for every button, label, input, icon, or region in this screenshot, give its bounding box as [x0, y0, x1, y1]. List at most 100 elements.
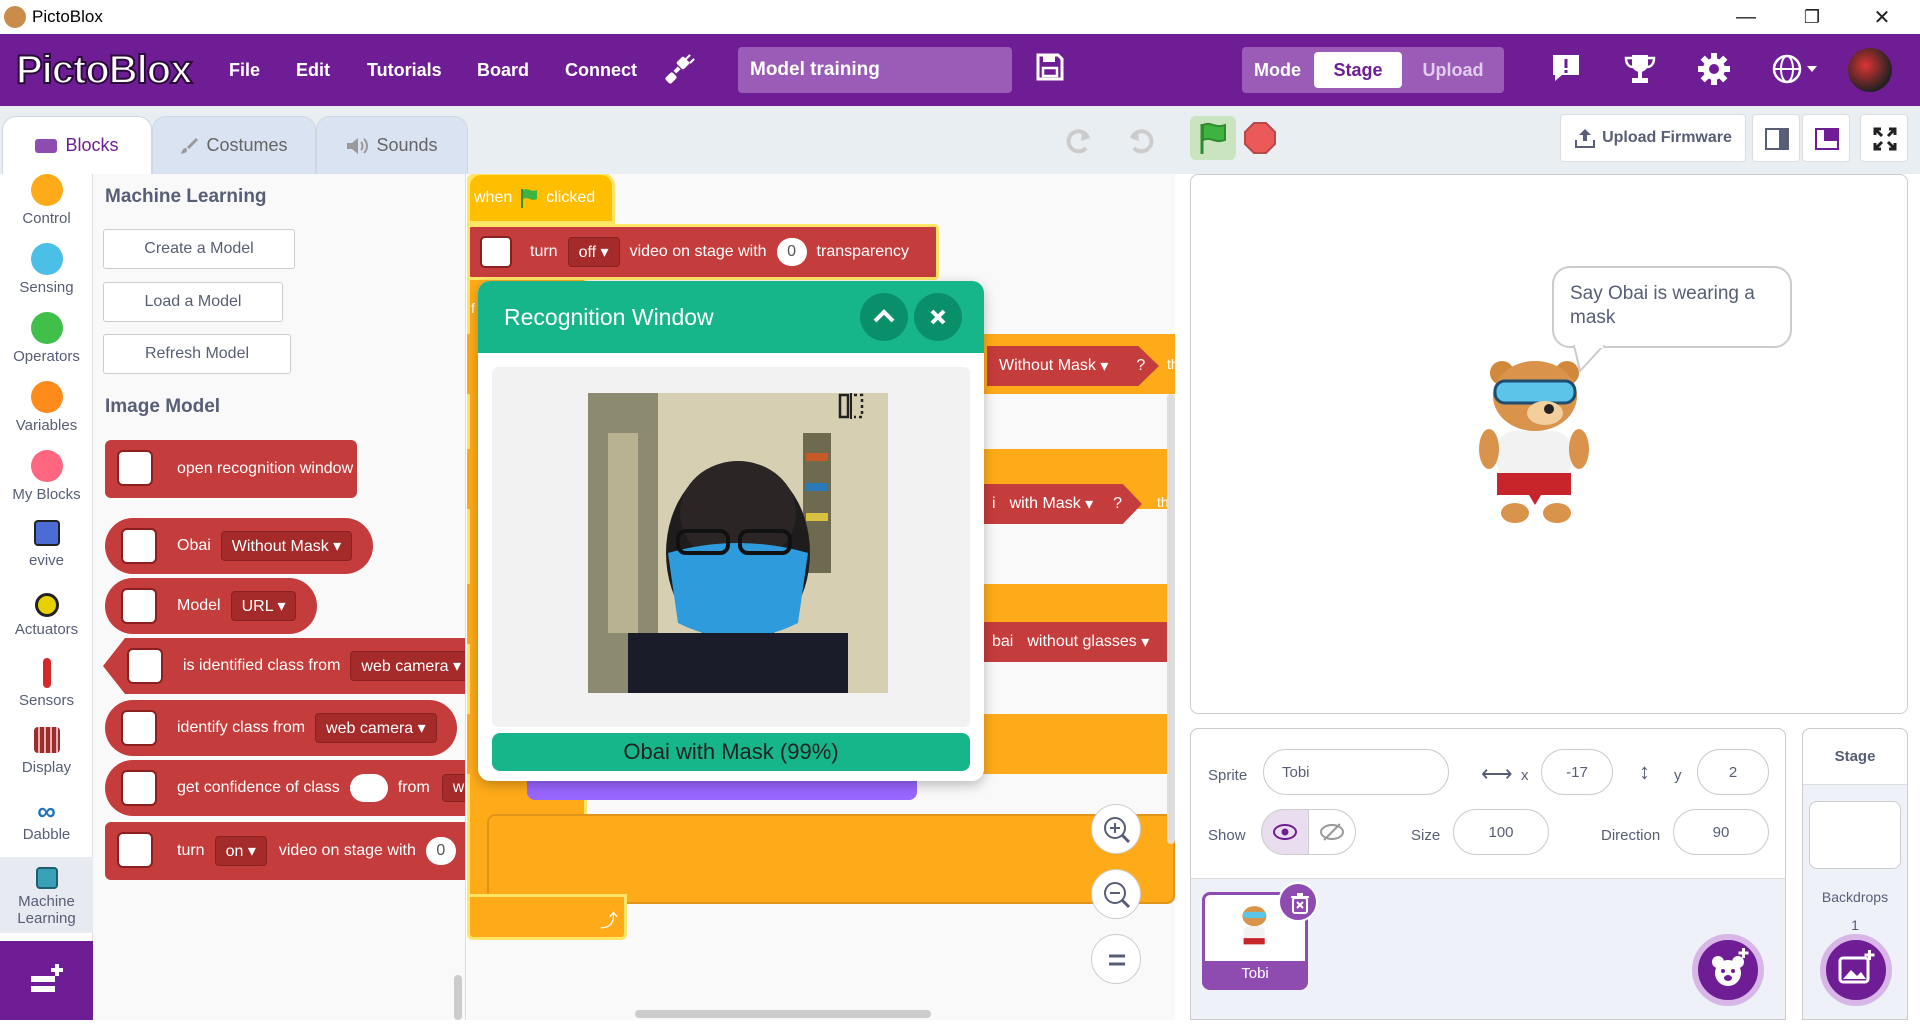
connect-plug-icon[interactable]	[660, 52, 696, 88]
confidence-class-input[interactable]	[349, 774, 388, 802]
menu-file[interactable]: File	[229, 50, 260, 90]
green-flag-button[interactable]	[1190, 116, 1236, 160]
close-window-button[interactable]: ✕	[1852, 0, 1912, 34]
workspace-horizontal-scrollbar[interactable]	[635, 1010, 931, 1018]
is-identified-source-dropdown[interactable]: web camera ▾	[350, 651, 465, 681]
obai-class-dropdown[interactable]: Without Mask ▾	[220, 531, 353, 561]
y-input[interactable]: 2	[1697, 749, 1769, 795]
category-machine-learning[interactable]: Machine Learning	[0, 857, 93, 933]
category-control[interactable]: Control	[0, 174, 93, 227]
recognition-window-header[interactable]: Recognition Window	[478, 281, 984, 353]
category-label: My Blocks	[12, 486, 81, 503]
block-turn-video-on[interactable]: turn on ▾ video on stage with 0	[105, 822, 465, 880]
category-evive[interactable]: evive	[0, 520, 93, 569]
workspace-vertical-scrollbar[interactable]	[1167, 394, 1175, 844]
zoom-out-button[interactable]	[1091, 869, 1141, 919]
add-sprite-bear-icon	[1712, 948, 1749, 986]
class-without-mask-reporter[interactable]: Without Mask ▾ ?	[987, 346, 1159, 386]
fullscreen-button[interactable]	[1860, 114, 1908, 162]
tab-sounds[interactable]: Sounds	[316, 116, 468, 174]
menu-board[interactable]: Board	[477, 50, 529, 90]
transparency-input[interactable]: 0	[425, 837, 456, 865]
feedback-icon[interactable]	[1548, 52, 1584, 88]
model-dropdown[interactable]: URL ▾	[230, 591, 297, 621]
choose-backdrop-button[interactable]	[1820, 934, 1892, 1006]
settings-gear-icon[interactable]	[1696, 52, 1732, 88]
trophy-icon[interactable]	[1622, 52, 1658, 88]
block-identify-class[interactable]: identify class from web camera ▾	[105, 700, 457, 756]
video-state-dropdown[interactable]: on ▾	[214, 836, 267, 866]
block-obai-class[interactable]: Obai Without Mask ▾	[105, 518, 373, 574]
upload-firmware-button[interactable]: Upload Firmware	[1560, 114, 1746, 162]
category-sensors[interactable]: Sensors	[0, 658, 93, 709]
undo-icon[interactable]	[1126, 124, 1158, 156]
show-visible-button[interactable]	[1261, 809, 1309, 855]
category-actuators[interactable]: Actuators	[0, 589, 93, 638]
flip-camera-icon[interactable]	[836, 391, 866, 421]
when-flag-clicked-block[interactable]: when clicked	[467, 174, 615, 224]
direction-input[interactable]: 90	[1673, 809, 1769, 855]
user-avatar[interactable]	[1848, 48, 1892, 92]
forever-block-bottom: ⤴	[467, 894, 627, 940]
stage-thumbnail[interactable]	[1809, 801, 1901, 869]
block-model-url[interactable]: Model URL ▾	[105, 578, 317, 634]
zoom-reset-button[interactable]	[1091, 934, 1141, 984]
tobi-bear-sprite[interactable]	[1467, 351, 1607, 531]
mode-switch: Mode Stage Upload	[1242, 47, 1504, 93]
identify-source-dropdown[interactable]: web camera ▾	[315, 713, 437, 743]
choose-sprite-button[interactable]	[1692, 934, 1764, 1006]
language-globe-icon[interactable]	[1770, 52, 1820, 88]
delete-sprite-button[interactable]	[1278, 882, 1318, 922]
menu-tutorials[interactable]: Tutorials	[367, 50, 442, 90]
load-model-button[interactable]: Load a Model	[103, 282, 283, 322]
else-block[interactable]	[487, 814, 1175, 904]
close-recognition-button[interactable]	[914, 293, 962, 341]
pictoblox-logo[interactable]: PictoBlox	[15, 47, 193, 93]
mode-stage-button[interactable]: Stage	[1314, 52, 1402, 88]
size-input[interactable]: 100	[1453, 809, 1549, 855]
section-machine-learning: Machine Learning	[105, 186, 267, 207]
window-title: PictoBlox	[32, 7, 103, 26]
save-icon[interactable]	[1032, 52, 1068, 88]
restore-button[interactable]: ❐	[1782, 0, 1842, 34]
category-my-blocks[interactable]: My Blocks	[0, 450, 93, 503]
sprite-name-input[interactable]: Tobi	[1263, 749, 1449, 795]
refresh-model-button[interactable]: Refresh Model	[103, 334, 291, 374]
redo-icon[interactable]	[1062, 124, 1094, 156]
category-sensing[interactable]: Sensing	[0, 243, 93, 296]
collapse-button[interactable]	[860, 293, 908, 341]
menu-edit[interactable]: Edit	[296, 50, 330, 90]
class-without-glasses-reporter[interactable]: bai without glasses ▾	[982, 622, 1174, 662]
stage-canvas[interactable]	[1190, 174, 1908, 714]
project-name-input[interactable]: Model training	[738, 47, 1012, 93]
add-extension-button[interactable]	[0, 941, 93, 1020]
upload-firmware-label: Upload Firmware	[1602, 129, 1732, 146]
x-input[interactable]: -17	[1541, 749, 1613, 795]
category-display[interactable]: Display	[0, 727, 93, 776]
tab-blocks[interactable]: Blocks	[2, 116, 152, 174]
category-operators[interactable]: Operators	[0, 312, 93, 365]
block-open-recognition-window[interactable]: open recognition window	[105, 440, 357, 498]
show-hidden-button[interactable]	[1308, 809, 1356, 855]
show-label: Show	[1208, 827, 1246, 844]
class-with-mask-reporter[interactable]: i with Mask ▾ ?	[982, 484, 1142, 524]
tab-costumes[interactable]: Costumes	[152, 116, 316, 174]
mode-upload-button[interactable]: Upload	[1408, 52, 1498, 88]
block-get-confidence[interactable]: get confidence of class from we	[105, 760, 465, 816]
category-dabble[interactable]: ∞ Dabble	[0, 796, 93, 843]
small-stage-layout-button[interactable]	[1752, 114, 1800, 162]
stop-button[interactable]	[1244, 122, 1276, 154]
confidence-source-dropdown[interactable]: we	[441, 774, 465, 802]
create-model-button[interactable]: Create a Model	[103, 229, 295, 269]
minimize-button[interactable]: —	[1716, 0, 1776, 34]
block-text: get confidence of class	[177, 779, 340, 796]
menu-connect[interactable]: Connect	[565, 50, 637, 90]
large-stage-layout-button[interactable]	[1802, 114, 1850, 162]
category-variables[interactable]: Variables	[0, 381, 93, 434]
transparency-input[interactable]: 0	[776, 238, 807, 266]
block-is-identified-class[interactable]: is identified class from web camera ▾	[103, 638, 465, 694]
turn-off-video-block[interactable]: turn off ▾ video on stage with 0 transpa…	[467, 224, 939, 280]
palette-scrollbar[interactable]	[454, 975, 462, 1020]
video-state-dropdown[interactable]: off ▾	[567, 237, 620, 267]
zoom-in-button[interactable]	[1091, 804, 1141, 854]
